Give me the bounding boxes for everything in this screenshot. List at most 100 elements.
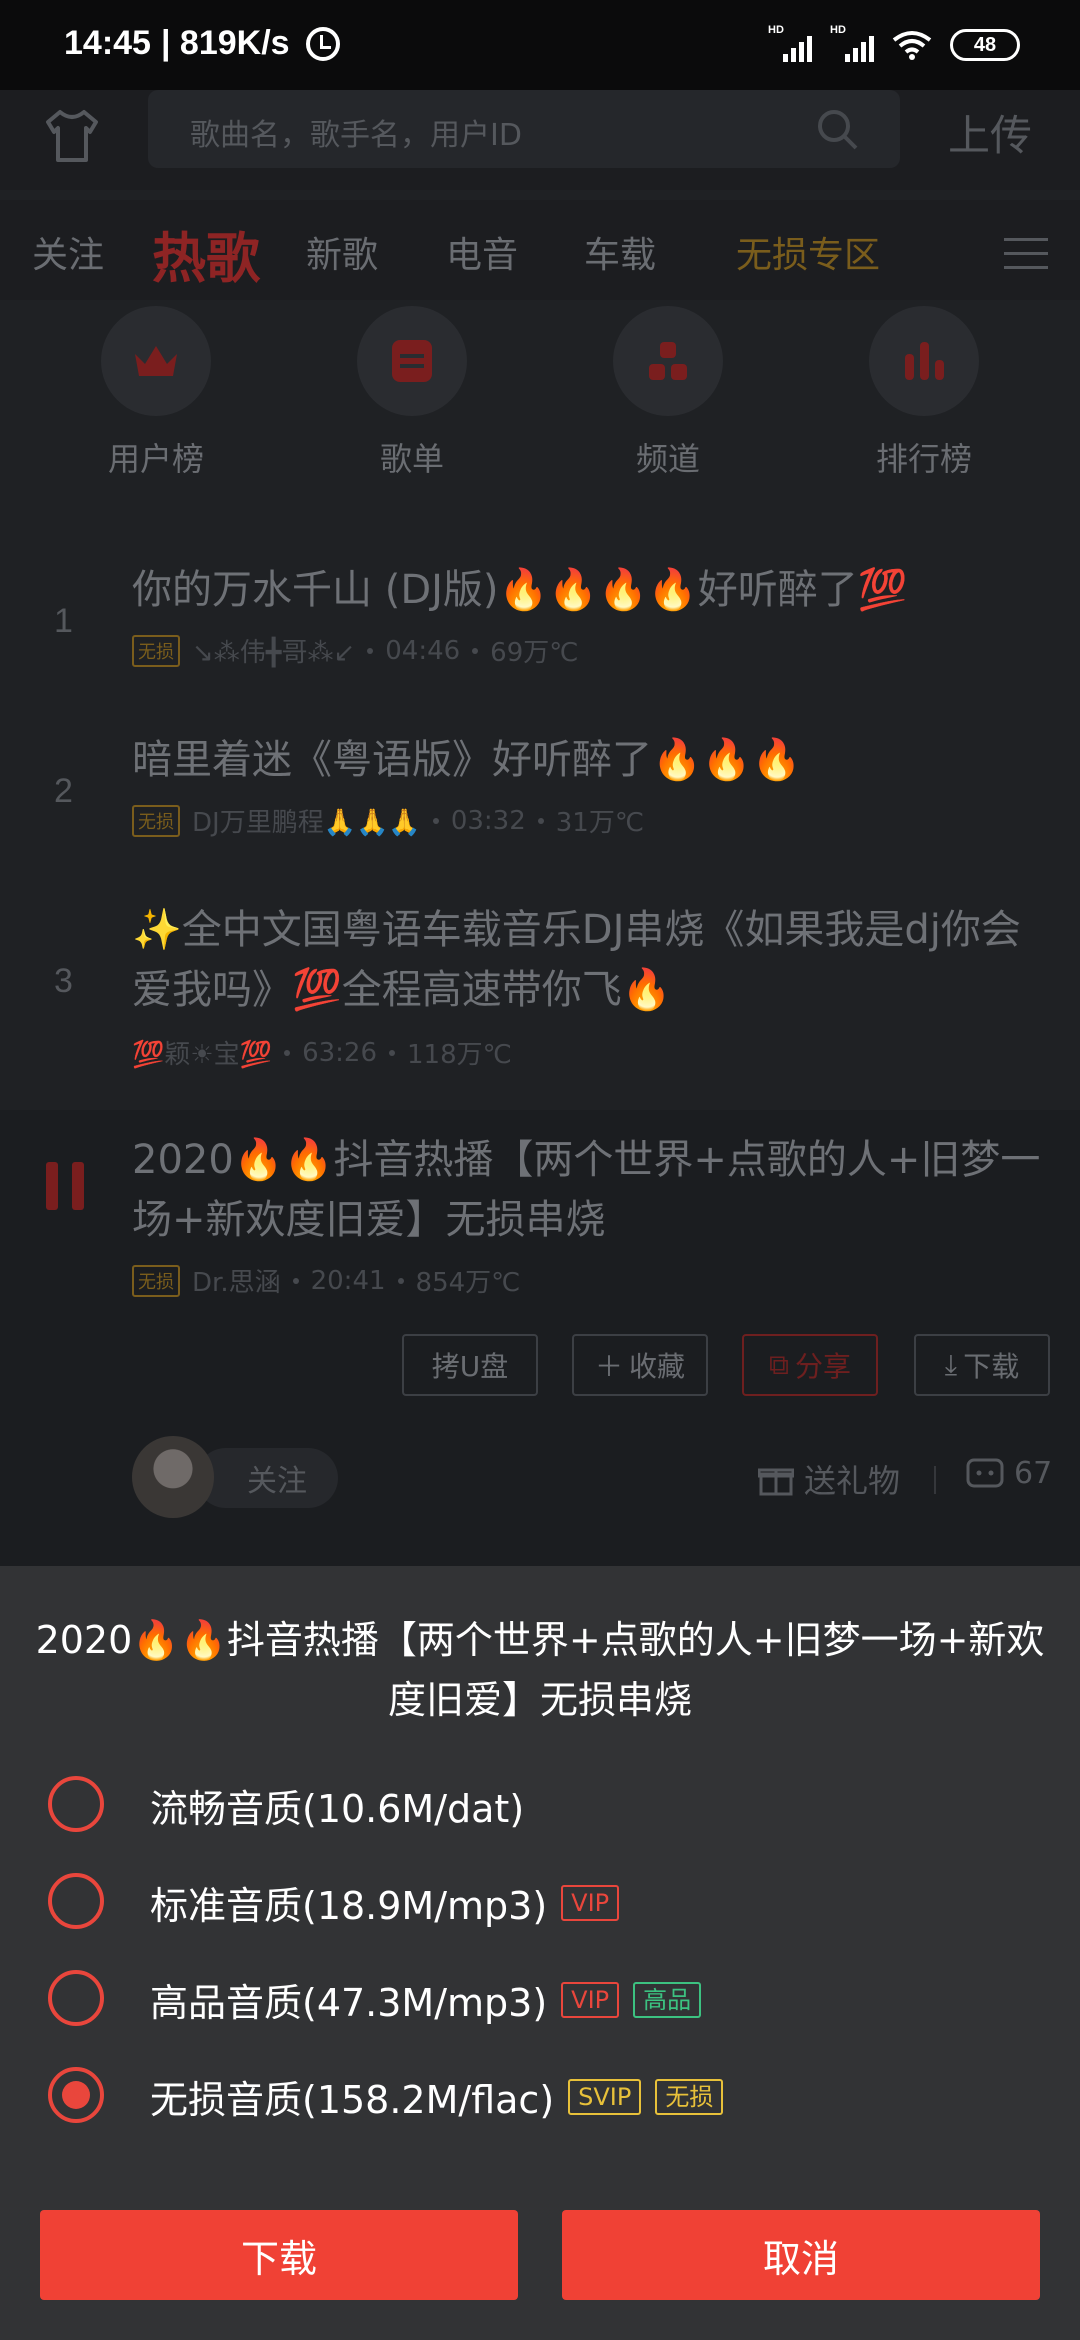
search-icon[interactable]	[814, 106, 860, 152]
category-label: 歌单	[379, 440, 444, 478]
quality-option-high[interactable]: 高品音质(47.3M/mp3) VIP 高品	[0, 1950, 1080, 2040]
vip-tag: VIP	[561, 1981, 620, 2018]
sheet-title: 2020🔥🔥抖音热播【两个世界+点歌的人+旧梦一场+新欢度旧爱】无损串烧	[35, 1618, 1045, 1722]
radio-button[interactable]	[48, 1970, 104, 2026]
wifi-icon	[892, 31, 932, 60]
follow-button[interactable]: 关注	[196, 1448, 338, 1508]
tab-new[interactable]: 新歌	[306, 226, 378, 278]
app-background: 歌曲名，歌手名，用户ID 上传 关注 热歌 新歌 电音 车载 无损专区 用户榜 …	[0, 90, 1080, 1566]
hd-label: HD	[768, 24, 784, 36]
gift-button[interactable]: 送礼物	[758, 1456, 900, 1502]
button-label: 收藏	[629, 1350, 686, 1383]
category-shortcuts: 用户榜 歌单 频道 排行榜	[0, 306, 1080, 506]
song-heat: 118万℃	[407, 1040, 512, 1070]
lossless-badge: 无损	[132, 1264, 180, 1297]
song-uploader: DJ万里鹏程🙏🙏🙏	[192, 808, 421, 838]
comment-icon	[966, 1458, 1004, 1487]
category-channel[interactable]: 频道	[568, 306, 768, 480]
download-icon: ⤓	[944, 1348, 958, 1381]
signal-icon-1: HD	[768, 24, 812, 62]
tab-electronic[interactable]: 电音	[446, 226, 518, 278]
category-charts[interactable]: 排行榜	[824, 306, 1024, 480]
category-tabs: 关注 热歌 新歌 电音 车载 无损专区	[0, 200, 1080, 300]
copy-usb-button[interactable]: 拷U盘	[402, 1334, 538, 1396]
song-uploader: Dr.思涵	[192, 1268, 281, 1298]
radio-button[interactable]	[48, 1873, 104, 1929]
playlist-icon	[357, 306, 467, 416]
song-meta: 无损 Dr.思涵 20:41 854万℃	[132, 1262, 520, 1299]
collect-button[interactable]: ＋收藏	[572, 1334, 708, 1396]
upload-button[interactable]: 上传	[948, 102, 1032, 163]
channel-icon	[613, 306, 723, 416]
option-text: 标准音质(18.9M/mp3)	[150, 1884, 548, 1928]
button-label: 拷U盘	[431, 1350, 509, 1383]
quality-label: 流畅音质(10.6M/dat)	[150, 1778, 524, 1833]
quality-label: 标准音质(18.9M/mp3) VIP	[150, 1875, 620, 1930]
hd-label: HD	[830, 24, 846, 36]
tab-hot[interactable]: 热歌	[152, 214, 260, 293]
lossless-tag: 无损	[655, 2078, 724, 2115]
plus-icon: ＋	[594, 1350, 623, 1383]
comment-count: 67	[1014, 1456, 1053, 1491]
category-user-rank[interactable]: 用户榜	[56, 306, 256, 480]
song-rank: 2	[54, 772, 73, 810]
quality-option-smooth[interactable]: 流畅音质(10.6M/dat)	[0, 1756, 1080, 1846]
gift-icon	[758, 1468, 794, 1496]
song-rank: 1	[54, 602, 73, 640]
category-playlist[interactable]: 歌单	[312, 306, 512, 480]
alarm-icon	[305, 26, 340, 61]
vip-tag: VIP	[561, 1884, 620, 1921]
share-button[interactable]: ⧉ 分享	[742, 1334, 878, 1396]
pause-icon[interactable]	[46, 1162, 86, 1210]
category-label: 用户榜	[107, 440, 204, 478]
download-button[interactable]: 下载	[40, 2210, 518, 2300]
now-playing-row[interactable]: 2020🔥🔥抖音热播【两个世界+点歌的人+旧梦一场+新欢度旧爱】无损串烧 无损 …	[0, 1110, 1080, 1566]
song-row[interactable]: 3 ✨全中文国粤语车载音乐DJ串烧《如果我是dj你会爱我吗》💯全程高速带你飞🔥 …	[0, 900, 1080, 1110]
crown-icon	[101, 306, 211, 416]
quality-option-standard[interactable]: 标准音质(18.9M/mp3) VIP	[0, 1853, 1080, 1943]
song-duration: 03:32	[450, 805, 526, 836]
download-song-button[interactable]: ⤓ 下载	[914, 1334, 1050, 1396]
song-heat: 69万℃	[490, 638, 579, 668]
song-duration: 20:41	[310, 1265, 386, 1296]
quality-option-lossless[interactable]: 无损音质(158.2M/flac) SVIP 无损	[0, 2047, 1080, 2137]
menu-icon[interactable]	[1004, 238, 1048, 269]
status-right: HD HD 48	[768, 24, 1020, 62]
chart-bars-icon	[869, 306, 979, 416]
song-heat: 854万℃	[415, 1268, 521, 1298]
share-icon: ⧉	[768, 1348, 789, 1381]
gift-label: 送礼物	[804, 1462, 901, 1500]
button-label: 下载	[963, 1350, 1020, 1383]
song-title: 暗里着迷《粤语版》好听醉了🔥🔥🔥	[132, 737, 802, 783]
song-uploader: ↘⁂伟╋哥⁂↙	[192, 638, 356, 668]
song-row[interactable]: 2 暗里着迷《粤语版》好听醉了🔥🔥🔥 无损 DJ万里鹏程🙏🙏🙏 03:32 31…	[0, 730, 1080, 900]
lossless-badge: 无损	[132, 634, 180, 667]
signal-icon-2: HD	[830, 24, 874, 62]
avatar[interactable]	[132, 1436, 214, 1518]
status-time: 14:45	[64, 24, 151, 62]
option-text: 无损音质(158.2M/flac)	[150, 2078, 555, 2122]
cancel-button[interactable]: 取消	[562, 2210, 1040, 2300]
tab-lossless[interactable]: 无损专区	[736, 226, 880, 278]
status-bar: 14:45 | 819K/s HD HD 48	[0, 0, 1080, 90]
song-meta: 💯颖☀宝💯 63:26 118万℃	[132, 1034, 512, 1071]
category-label: 频道	[635, 440, 700, 478]
top-bar: 歌曲名，歌手名，用户ID 上传	[0, 90, 1080, 190]
search-bar[interactable]: 歌曲名，歌手名，用户ID	[148, 90, 900, 168]
option-text: 流畅音质(10.6M/dat)	[150, 1787, 525, 1831]
song-title: ✨全中文国粤语车载音乐DJ串烧《如果我是dj你会爱我吗》💯全程高速带你飞🔥	[132, 907, 1021, 1013]
song-meta: 无损 DJ万里鹏程🙏🙏🙏 03:32 31万℃	[132, 802, 644, 839]
tab-car[interactable]: 车载	[584, 226, 656, 278]
lossless-badge: 无损	[132, 804, 180, 837]
search-placeholder: 歌曲名，歌手名，用户ID	[190, 118, 522, 153]
button-label: 分享	[794, 1350, 851, 1383]
radio-button-selected[interactable]	[48, 2067, 104, 2123]
comment-button[interactable]: 67	[966, 1456, 1052, 1491]
quality-label: 无损音质(158.2M/flac) SVIP 无损	[150, 2069, 724, 2124]
status-left: 14:45 | 819K/s	[64, 24, 340, 63]
radio-button[interactable]	[48, 1776, 104, 1832]
tshirt-icon[interactable]	[40, 104, 104, 168]
song-row[interactable]: 1 你的万水千山 (DJ版)🔥🔥🔥🔥好听醉了💯 无损 ↘⁂伟╋哥⁂↙ 04:46…	[0, 560, 1080, 730]
tab-follow[interactable]: 关注	[32, 226, 104, 278]
song-duration: 04:46	[385, 635, 461, 666]
